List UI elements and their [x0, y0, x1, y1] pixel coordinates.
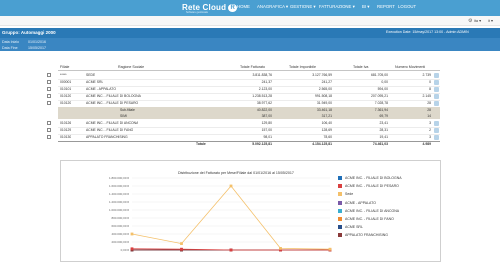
data-point[interactable] — [229, 248, 233, 252]
legend-label: ACME INC. - FILIALE DI PESARO — [345, 184, 399, 189]
legend-label: ACME - APPALATO — [345, 200, 376, 205]
legend-swatch — [338, 200, 342, 205]
chart-plot — [130, 177, 332, 252]
data-point[interactable] — [130, 247, 134, 251]
legend-swatch — [338, 192, 342, 197]
data-point[interactable] — [180, 242, 183, 245]
legend-label: ACME INC. - FILIALE DI BOLOGNA — [345, 176, 402, 180]
data-point[interactable] — [180, 247, 183, 251]
legend-swatch — [338, 176, 342, 180]
legend-label: ACME INC. - FILIALE DI FANO — [345, 217, 394, 221]
legend-swatch — [338, 184, 342, 189]
data-point[interactable] — [130, 232, 134, 236]
legend-label: ACME INC. - FILIALE DI ANCONA — [345, 208, 400, 213]
series-line — [131, 185, 331, 250]
legend-label: Sede — [345, 192, 354, 197]
data-point[interactable] — [328, 247, 332, 251]
legend-swatch — [338, 208, 342, 213]
legend-swatch — [338, 225, 342, 230]
legend-label: ACME SRL — [345, 225, 363, 230]
data-point[interactable] — [279, 247, 282, 250]
legend-swatch — [338, 217, 342, 221]
data-point[interactable] — [229, 184, 233, 188]
legend-label: APPALATO FRANCHISING — [345, 233, 388, 238]
legend-swatch — [338, 233, 342, 238]
